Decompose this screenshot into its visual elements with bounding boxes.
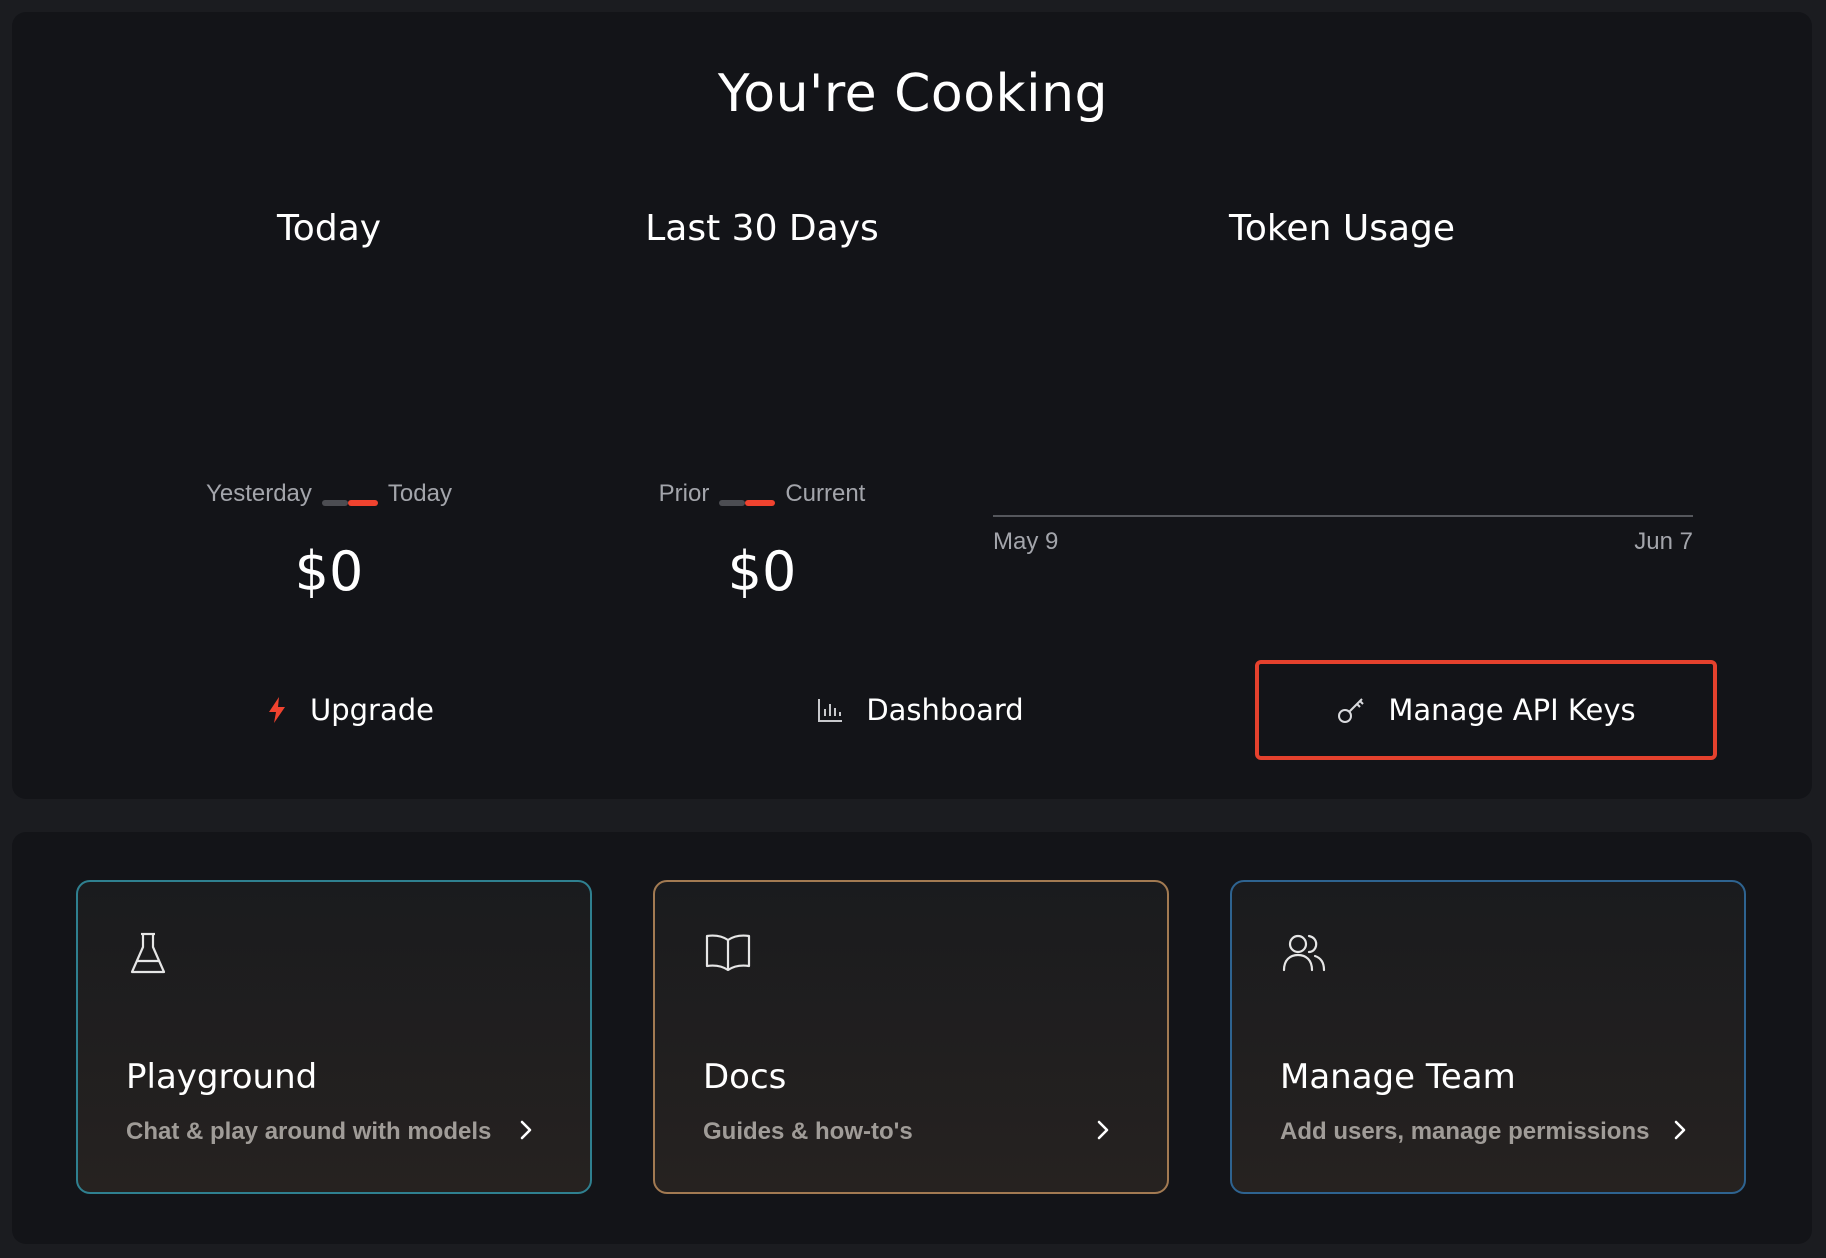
users-icon (1282, 932, 1328, 979)
sparkline-prior-segment (719, 500, 746, 506)
docs-card[interactable]: Docs Guides & how-to's (653, 880, 1169, 1194)
current-label: Current (785, 480, 866, 507)
manage-team-card[interactable]: Manage Team Add users, manage permission… (1230, 880, 1746, 1194)
prior-label: Prior (658, 480, 710, 507)
book-icon (705, 932, 751, 979)
token-usage-title: Token Usage (1228, 208, 1456, 249)
last-30-days-title: Last 30 Days (645, 208, 879, 249)
manage-api-keys-button[interactable]: Manage API Keys (1255, 660, 1717, 760)
page-title: You're Cooking (717, 64, 1109, 124)
last-30-days-amount: $0 (727, 540, 797, 603)
today-amount: $0 (294, 540, 364, 603)
dashboard-button[interactable]: Dashboard (720, 660, 1120, 760)
docs-title: Docs (703, 1057, 787, 1097)
flask-icon (128, 932, 168, 981)
playground-title: Playground (126, 1057, 318, 1097)
bar-chart-icon (816, 696, 844, 724)
playground-subtitle: Chat & play around with models (126, 1118, 492, 1145)
manage-api-keys-label: Manage API Keys (1388, 693, 1636, 727)
today-comparison: Yesterday Today (129, 480, 529, 508)
sparkline-prior-segment (321, 500, 348, 506)
sparkline-current-segment (745, 500, 776, 506)
upgrade-button[interactable]: Upgrade (150, 660, 550, 760)
chevron-right-icon (518, 1118, 534, 1147)
lightning-icon (266, 696, 288, 724)
key-icon (1336, 695, 1366, 725)
manage-team-subtitle: Add users, manage permissions (1280, 1118, 1650, 1145)
chevron-right-icon (1672, 1118, 1688, 1147)
yesterday-label: Yesterday (206, 480, 312, 507)
today-label: Today (387, 480, 452, 507)
upgrade-label: Upgrade (310, 693, 434, 727)
chevron-right-icon (1095, 1118, 1111, 1147)
comparison-sparkline (719, 500, 776, 506)
playground-card[interactable]: Playground Chat & play around with model… (76, 880, 592, 1194)
comparison-sparkline (321, 500, 378, 506)
manage-team-title: Manage Team (1280, 1057, 1516, 1097)
dashboard-label: Dashboard (866, 693, 1024, 727)
sparkline-current-segment (347, 500, 378, 506)
docs-subtitle: Guides & how-to's (703, 1118, 913, 1145)
token-usage-axis (993, 515, 1693, 517)
today-title: Today (276, 208, 382, 249)
token-axis-start-label: May 9 (993, 528, 1059, 555)
last-30-days-comparison: Prior Current (562, 480, 962, 508)
token-axis-end-label: Jun 7 (1634, 528, 1693, 555)
